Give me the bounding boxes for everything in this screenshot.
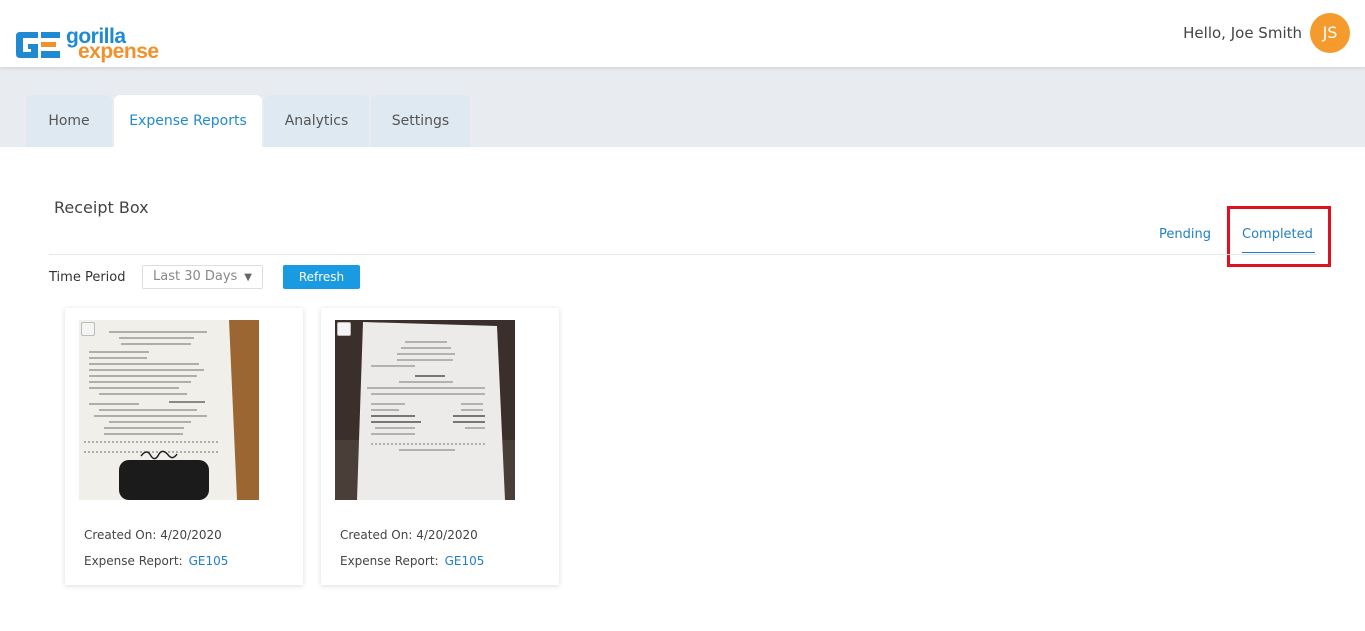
expense-report-link[interactable]: GE105 xyxy=(189,554,229,568)
time-period-select[interactable]: Last 30 Days ▼ xyxy=(142,265,263,289)
created-on-label: Created On: xyxy=(84,528,157,542)
user-avatar[interactable]: JS xyxy=(1310,13,1350,53)
time-period-label: Time Period xyxy=(49,270,126,285)
receipt-thumbnail[interactable] xyxy=(335,320,515,500)
logo-text-expense: expense xyxy=(78,40,159,63)
created-on-date: 4/20/2020 xyxy=(160,528,222,542)
app-header: gorilla expense Hello, Joe Smith JS xyxy=(0,0,1365,67)
created-on-date: 4/20/2020 xyxy=(416,528,478,542)
section-divider xyxy=(49,254,1317,255)
chevron-down-icon: ▼ xyxy=(244,272,252,283)
tab-analytics[interactable]: Analytics xyxy=(264,95,369,147)
completed-highlight-box xyxy=(1227,206,1331,267)
receipt-card: Created On: 4/20/2020 Expense Report: GE1… xyxy=(321,308,559,585)
restaurant-receipt-image xyxy=(79,320,259,500)
receipt-select-checkbox[interactable] xyxy=(337,322,351,336)
expense-report-label: Expense Report: xyxy=(84,554,183,568)
tab-settings[interactable]: Settings xyxy=(371,95,470,147)
cafe-receipt-image xyxy=(335,320,515,500)
tab-home[interactable]: Home xyxy=(26,95,112,147)
time-period-value: Last 30 Days xyxy=(153,269,238,284)
expense-report-link[interactable]: GE105 xyxy=(445,554,485,568)
receipt-select-checkbox[interactable] xyxy=(81,322,95,336)
expense-report-label: Expense Report: xyxy=(340,554,439,568)
expense-report-text: Expense Report: GE105 xyxy=(84,554,228,568)
user-greeting: Hello, Joe Smith xyxy=(1183,24,1302,42)
receipt-thumbnail[interactable] xyxy=(79,320,259,500)
created-on-text: Created On: 4/20/2020 xyxy=(84,528,222,542)
receipt-card: Created On: 4/20/2020 Expense Report: GE1… xyxy=(65,308,303,585)
main-tab-bar: Home Expense Reports Analytics Settings xyxy=(0,67,1365,147)
page-title: Receipt Box xyxy=(54,198,149,217)
logo-mark-icon xyxy=(16,32,60,58)
created-on-text: Created On: 4/20/2020 xyxy=(340,528,478,542)
gorilla-expense-logo[interactable]: gorilla expense xyxy=(14,26,164,66)
filter-pending-link[interactable]: Pending xyxy=(1159,227,1211,242)
tab-expense-reports[interactable]: Expense Reports xyxy=(114,95,262,147)
expense-report-text: Expense Report: GE105 xyxy=(340,554,484,568)
refresh-button[interactable]: Refresh xyxy=(283,265,360,289)
created-on-label: Created On: xyxy=(340,528,413,542)
